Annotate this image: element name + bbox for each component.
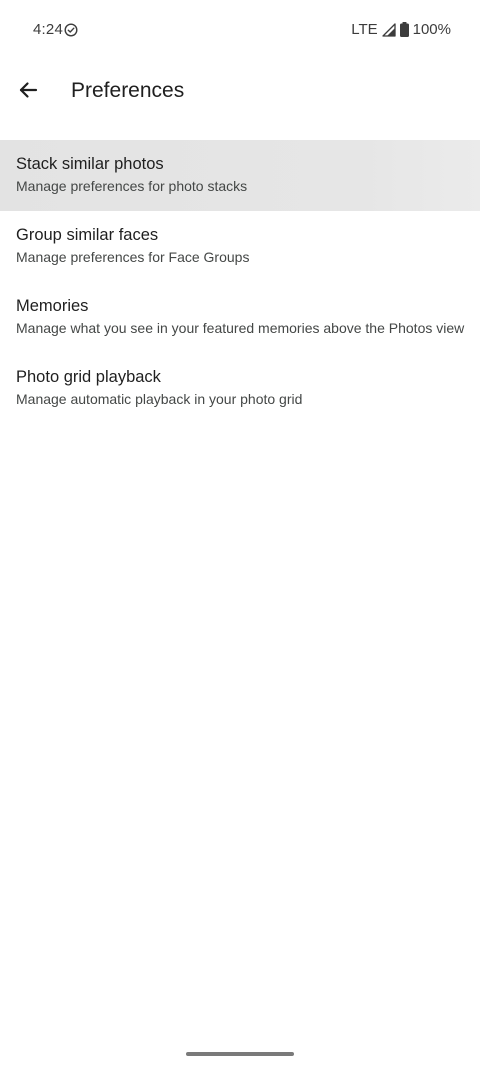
pref-item-memories[interactable]: Memories Manage what you see in your fea… xyxy=(0,282,480,353)
pref-item-subtitle: Manage preferences for Face Groups xyxy=(16,249,250,265)
signal-icon xyxy=(381,22,396,37)
battery-label: 100% xyxy=(412,21,451,38)
back-button[interactable] xyxy=(8,68,48,116)
pref-item-title: Stack similar photos xyxy=(16,155,164,173)
status-right-group: LTE 100% xyxy=(351,21,451,38)
check-circle-icon xyxy=(64,23,78,37)
network-label: LTE xyxy=(351,21,378,38)
pref-item-stack-similar-photos[interactable]: Stack similar photos Manage preferences … xyxy=(0,140,480,211)
navigation-handle[interactable] xyxy=(186,1052,294,1056)
pref-item-title: Photo grid playback xyxy=(16,368,161,386)
arrow-back-icon xyxy=(18,80,38,105)
status-bar: 4:24 LTE 100% xyxy=(0,0,480,60)
pref-item-title: Memories xyxy=(16,297,89,315)
preferences-list: Stack similar photos Manage preferences … xyxy=(0,140,480,424)
pref-item-group-similar-faces[interactable]: Group similar faces Manage preferences f… xyxy=(0,211,480,282)
pref-item-title: Group similar faces xyxy=(16,226,159,244)
app-bar: Preferences xyxy=(0,60,480,124)
pref-item-photo-grid-playback[interactable]: Photo grid playback Manage automatic pla… xyxy=(0,353,480,424)
pref-item-subtitle: Manage preferences for photo stacks xyxy=(16,178,248,194)
pref-item-subtitle: Manage what you see in your featured mem… xyxy=(16,320,465,336)
screen: 4:24 LTE 100% Preferences Stack similar … xyxy=(0,0,480,1067)
status-time: 4:24 xyxy=(33,21,63,38)
battery-icon xyxy=(399,22,409,37)
page-title: Preferences xyxy=(71,79,185,102)
pref-item-subtitle: Manage automatic playback in your photo … xyxy=(16,391,303,407)
